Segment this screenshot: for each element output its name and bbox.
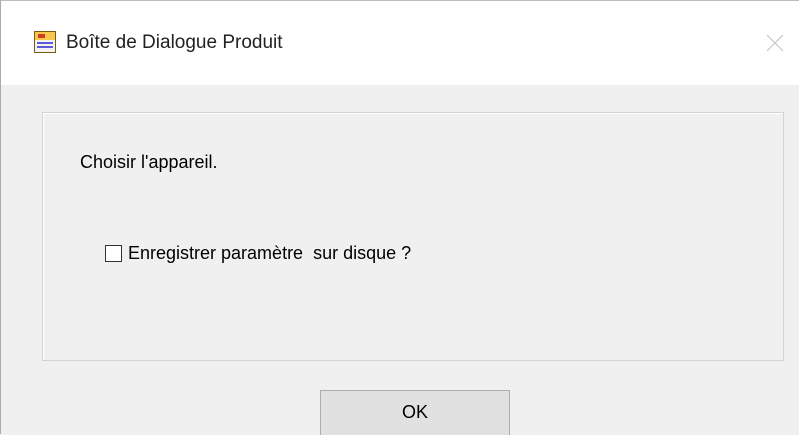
application-icon (34, 31, 56, 53)
title-bar[interactable]: Boîte de Dialogue Produit (1, 1, 799, 85)
save-to-disk-label[interactable]: Enregistrer paramètre sur disque ? (128, 241, 411, 265)
ok-button[interactable]: OK (320, 390, 510, 435)
window-title: Boîte de Dialogue Produit (66, 32, 283, 53)
close-icon (766, 34, 784, 52)
save-to-disk-checkbox[interactable] (105, 244, 122, 262)
dialog-window: Boîte de Dialogue Produit Choisir l'appa… (0, 0, 799, 435)
prompt-text: Choisir l'appareil. (80, 152, 218, 172)
close-button[interactable] (755, 23, 795, 63)
save-to-disk-option[interactable]: Enregistrer paramètre sur disque ? (105, 241, 411, 265)
